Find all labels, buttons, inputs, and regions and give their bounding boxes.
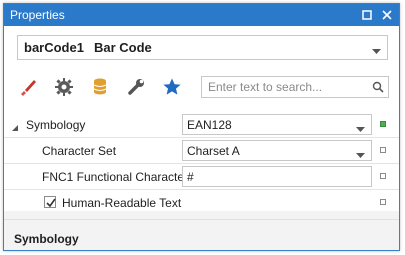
property-label: Human-Readable Text — [62, 196, 182, 210]
description-panel: Symbology — [4, 219, 399, 250]
property-label: FNC1 Functional Character — [42, 170, 189, 184]
description-title: Symbology — [14, 232, 79, 246]
title-bar[interactable]: Properties — [4, 4, 399, 26]
default-marker[interactable] — [380, 173, 386, 179]
property-label: Symbology — [26, 118, 86, 132]
property-row-character-set[interactable]: Character Set Charset A — [4, 138, 399, 164]
property-row-fnc1[interactable]: FNC1 Functional Character # — [4, 164, 399, 190]
search-input[interactable] — [206, 79, 370, 95]
chevron-down-icon[interactable] — [356, 122, 365, 136]
human-readable-checkbox[interactable] — [44, 196, 56, 208]
window-title: Properties — [10, 8, 65, 22]
search-box[interactable] — [201, 76, 389, 98]
design-wrench-icon[interactable] — [120, 73, 152, 101]
fnc1-input[interactable]: # — [182, 166, 372, 187]
object-selector[interactable]: barCode1 Bar Code — [17, 35, 388, 60]
property-value: # — [187, 169, 194, 184]
default-marker[interactable] — [380, 199, 386, 205]
property-value: EAN128 — [187, 117, 232, 132]
modified-marker[interactable] — [380, 121, 386, 127]
object-type: Bar Code — [93, 40, 152, 55]
data-database-icon[interactable] — [84, 73, 116, 101]
property-label: Character Set — [42, 144, 117, 158]
collapse-triangle-icon[interactable] — [12, 121, 19, 135]
behavior-gear-icon[interactable] — [48, 73, 80, 101]
favorites-star-icon[interactable] — [156, 73, 188, 101]
property-row-symbology[interactable]: Symbology EAN128 — [4, 112, 399, 138]
description-splitter[interactable] — [4, 211, 399, 223]
category-toolbar — [12, 72, 392, 102]
appearance-brush-icon[interactable] — [12, 73, 44, 101]
symbology-dropdown[interactable]: EAN128 — [182, 114, 372, 135]
chevron-down-icon[interactable] — [356, 148, 365, 162]
property-value: Charset A — [187, 143, 240, 158]
minimize-icon[interactable] — [359, 7, 375, 23]
chevron-down-icon[interactable] — [372, 44, 381, 58]
close-icon[interactable] — [379, 7, 395, 23]
property-grid: Symbology EAN128 Character Set Charset A… — [4, 112, 399, 216]
properties-window: Properties barCode1 Bar Code Enter text … — [3, 3, 400, 251]
object-name: barCode1 — [24, 40, 84, 55]
default-marker[interactable] — [380, 147, 386, 153]
character-set-dropdown[interactable]: Charset A — [182, 140, 372, 161]
search-icon[interactable] — [372, 81, 384, 96]
